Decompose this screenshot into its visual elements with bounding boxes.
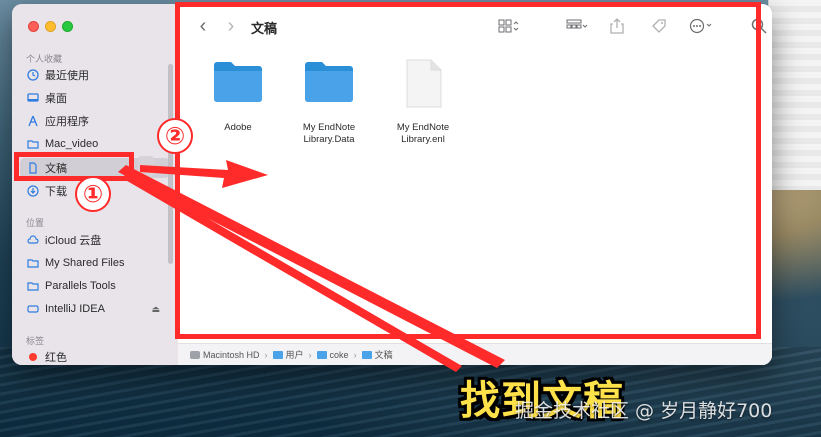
eject-icon[interactable]: ⏏	[151, 304, 160, 315]
tags-section-title: 标签	[26, 336, 45, 346]
sidebar-item-label: My Shared Files	[45, 257, 125, 269]
step-2-badge: ②	[157, 118, 193, 154]
path-bar: Macintosh HD › 用户 › coke › 文稿	[178, 343, 772, 365]
step-1-badge: ①	[75, 176, 111, 212]
sidebar-item-label: iCloud 云盘	[45, 235, 102, 247]
zoom-button[interactable]	[62, 21, 73, 32]
sidebar-item-label: 红色	[45, 352, 67, 364]
download-icon	[27, 185, 39, 197]
sidebar-item-icloud[interactable]: iCloud 云盘	[20, 230, 170, 250]
sidebar-item-parallels-tools[interactable]: Parallels Tools	[20, 276, 170, 296]
documents-highlight-box	[14, 152, 134, 181]
sidebar-scrollbar[interactable]	[168, 64, 173, 264]
folder-icon	[361, 350, 372, 359]
disk-icon	[27, 303, 39, 315]
disk-icon	[190, 350, 200, 359]
sidebar-item-applications[interactable]: 应用程序	[20, 111, 170, 131]
drag-ghost	[138, 156, 154, 176]
sidebar-item-label: 下载	[45, 186, 67, 198]
sidebar-item-recents[interactable]: 最近使用	[20, 65, 170, 85]
cloud-icon	[27, 234, 39, 246]
applications-icon	[27, 115, 39, 127]
folder-icon	[272, 350, 283, 359]
favorites-section-title: 个人收藏	[26, 54, 63, 64]
path-item[interactable]: coke	[330, 350, 349, 360]
sidebar-item-mac-video[interactable]: Mac_video	[20, 134, 170, 154]
path-item[interactable]: 用户	[286, 348, 304, 361]
desktop-icon	[27, 92, 39, 104]
sidebar-item-label: Parallels Tools	[45, 280, 116, 292]
watermark-text: 掘金技术社区 @ 岁月静好700	[515, 400, 773, 422]
clock-icon	[27, 69, 39, 81]
folder-icon	[27, 280, 39, 292]
chevron-right-icon: ›	[353, 349, 357, 360]
window-controls	[28, 21, 73, 32]
background-window-edge	[768, 0, 821, 190]
sidebar-item-label: 桌面	[45, 93, 67, 105]
sidebar-item-label: Mac_video	[45, 138, 99, 150]
locations-section-title: 位置	[26, 218, 45, 228]
sidebar-item-label: 应用程序	[45, 116, 89, 128]
content-highlight-box	[175, 2, 761, 339]
path-item[interactable]: Macintosh HD	[203, 350, 260, 360]
sidebar-item-desktop[interactable]: 桌面	[20, 88, 170, 108]
path-item[interactable]: 文稿	[375, 348, 393, 361]
chevron-right-icon: ›	[308, 349, 312, 360]
close-button[interactable]	[28, 21, 39, 32]
red-tag-icon	[29, 353, 37, 361]
folder-icon	[27, 138, 39, 150]
sidebar-item-my-shared-files[interactable]: My Shared Files	[20, 253, 170, 273]
sidebar-item-label: IntelliJ IDEA	[45, 303, 105, 315]
sidebar-item-intellij-idea[interactable]: IntelliJ IDEA ⏏	[20, 299, 170, 319]
chevron-right-icon: ›	[264, 349, 268, 360]
sidebar-item-label: 最近使用	[45, 70, 89, 82]
folder-icon	[316, 350, 327, 359]
sidebar-item-tag-red[interactable]: 红色	[20, 347, 170, 365]
folder-icon	[27, 257, 39, 269]
minimize-button[interactable]	[45, 21, 56, 32]
